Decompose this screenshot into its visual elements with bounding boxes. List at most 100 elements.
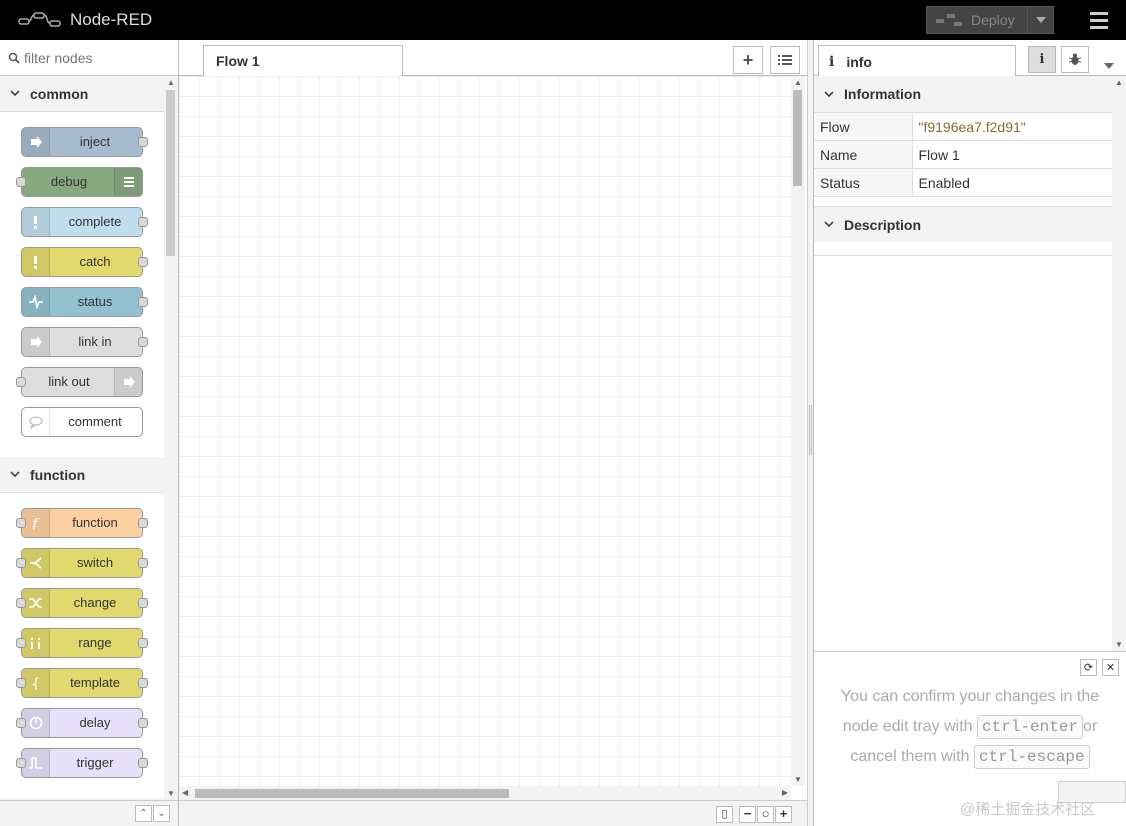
info-row-status: Status Enabled: [814, 168, 1112, 197]
palette-node-status[interactable]: status: [21, 287, 148, 317]
main-menu-button[interactable]: [1082, 6, 1116, 34]
palette-node-template[interactable]: {template: [16, 668, 148, 698]
arrow-in-icon: [22, 128, 50, 156]
palette-node-label: change: [73, 595, 117, 610]
input-port: [16, 638, 26, 648]
collapse-all-button[interactable]: ⌃: [135, 805, 152, 822]
palette-list: common inject debug complete catch status link…: [0, 76, 164, 800]
input-port: [16, 718, 26, 728]
expand-all-button[interactable]: ⌄: [153, 805, 170, 822]
search-icon: [8, 52, 20, 64]
add-flow-button[interactable]: +: [733, 46, 763, 74]
hamburger-icon: [1090, 11, 1108, 15]
palette-footer: ⌃ ⌄: [0, 800, 178, 826]
plus-icon: +: [742, 49, 754, 70]
list-icon: [778, 55, 792, 65]
canvas-vertical-scrollbar[interactable]: ▲ ▼: [791, 76, 805, 786]
info-key: Status: [814, 168, 913, 197]
canvas-hscroll-thumb[interactable]: [195, 789, 509, 798]
node-red-logo-icon: [18, 12, 61, 27]
info-key: Flow: [814, 112, 913, 141]
zoom-in-button[interactable]: +: [775, 806, 792, 823]
palette-node-link-in[interactable]: link in: [21, 327, 148, 357]
palette-node-label: delay: [79, 715, 111, 730]
sidebar-tab-menu-button[interactable]: [1104, 56, 1114, 72]
app-title: Node-RED: [70, 10, 153, 29]
filter-nodes-input[interactable]: [24, 49, 174, 66]
tray-hint-text: You can confirm your changes in the node…: [824, 682, 1116, 772]
scroll-up-icon: ▲: [1115, 78, 1123, 87]
palette-category-title: common: [30, 85, 89, 102]
zoom-reset-button[interactable]: ○: [757, 806, 774, 823]
hint-line-1: You can confirm your changes in the: [840, 688, 1100, 705]
refresh-button[interactable]: ⟳: [1080, 659, 1097, 676]
flow-list-button[interactable]: [770, 46, 800, 74]
palette-node-comment[interactable]: comment: [21, 407, 143, 437]
palette-node-catch[interactable]: catch: [21, 247, 148, 277]
info-row-name: Name Flow 1: [814, 140, 1112, 169]
palette-node-link-out[interactable]: link out: [16, 367, 143, 397]
description-section-header[interactable]: Description: [814, 206, 1112, 242]
flow-canvas[interactable]: [179, 76, 791, 786]
palette-node-delay[interactable]: delay: [16, 708, 148, 738]
sidebar-separator[interactable]: [807, 40, 814, 826]
palette-node-debug[interactable]: debug: [16, 167, 143, 197]
input-port: [16, 558, 26, 568]
palette-node-inject[interactable]: inject: [21, 127, 148, 157]
scroll-up-icon: ▲: [794, 78, 802, 87]
palette-node-label: range: [78, 635, 112, 650]
sidebar-scrollbar[interactable]: ▲ ▼: [1112, 76, 1126, 651]
chevron-down-icon: [824, 90, 834, 97]
chevron-down-icon: [10, 90, 20, 97]
app-logo: Node-RED: [18, 10, 152, 30]
svg-text:f: f: [31, 516, 40, 530]
canvas-horizontal-scrollbar[interactable]: ◀ ▶: [179, 786, 791, 800]
palette-node-change[interactable]: change: [16, 588, 148, 618]
output-port: [138, 337, 148, 347]
debug-tab-button[interactable]: [1061, 46, 1089, 73]
sidebar-tab-bar: i info i: [814, 40, 1126, 77]
info-tab-button[interactable]: i: [1028, 46, 1056, 73]
palette-scrollbar[interactable]: ▲ ▼: [164, 76, 178, 800]
link-out-icon: [114, 368, 142, 396]
palette-node-label: link in: [78, 334, 112, 349]
palette-node-label: comment: [68, 414, 122, 429]
close-tray-button[interactable]: ✕: [1102, 659, 1119, 676]
palette-category-function[interactable]: function: [0, 457, 164, 493]
pulse-icon: [22, 288, 50, 316]
palette-scroll-thumb[interactable]: [166, 90, 175, 256]
palette-node-trigger[interactable]: trigger: [16, 748, 148, 778]
palette-node-range[interactable]: range: [16, 628, 148, 658]
link-in-icon: [22, 328, 50, 356]
deploy-menu-button[interactable]: [1027, 7, 1053, 33]
output-port: [138, 558, 148, 568]
exclamation-icon: [22, 208, 50, 236]
scroll-left-icon: ◀: [182, 788, 189, 797]
tab-info[interactable]: i info: [818, 45, 1016, 77]
close-icon: ✕: [1105, 662, 1116, 674]
zoom-out-button[interactable]: −: [739, 806, 756, 823]
tab-flow-1[interactable]: Flow 1: [203, 45, 403, 77]
palette-category-common[interactable]: common: [0, 76, 164, 112]
palette-node-switch[interactable]: switch: [16, 548, 148, 578]
navigator-button[interactable]: ▯: [716, 806, 733, 823]
list-icon: [114, 168, 142, 196]
tab-info-label: info: [846, 53, 872, 70]
information-section-header[interactable]: Information: [814, 76, 1112, 112]
palette-node-complete[interactable]: complete: [21, 207, 148, 237]
output-port: [138, 217, 148, 227]
palette-category-body: inject debug complete catch status link in lin…: [0, 112, 164, 457]
function-icon: f: [22, 509, 50, 537]
canvas-vscroll-thumb[interactable]: [793, 90, 802, 186]
palette-node-function[interactable]: f function: [16, 508, 148, 538]
palette-node-label: switch: [76, 555, 114, 570]
scroll-down-icon: ▼: [1115, 640, 1123, 649]
trigger-icon: [22, 749, 50, 777]
input-port: [16, 758, 26, 768]
kbd-ctrl-escape: ctrl-escape: [974, 745, 1090, 769]
node-palette: common inject debug complete catch status link…: [0, 40, 179, 826]
switch-icon: [22, 549, 50, 577]
info-table: Flow "f9196ea7.f2d91" Name Flow 1 Status…: [814, 112, 1112, 197]
info-key: Name: [814, 140, 913, 169]
deploy-button[interactable]: Deploy: [926, 6, 1054, 34]
